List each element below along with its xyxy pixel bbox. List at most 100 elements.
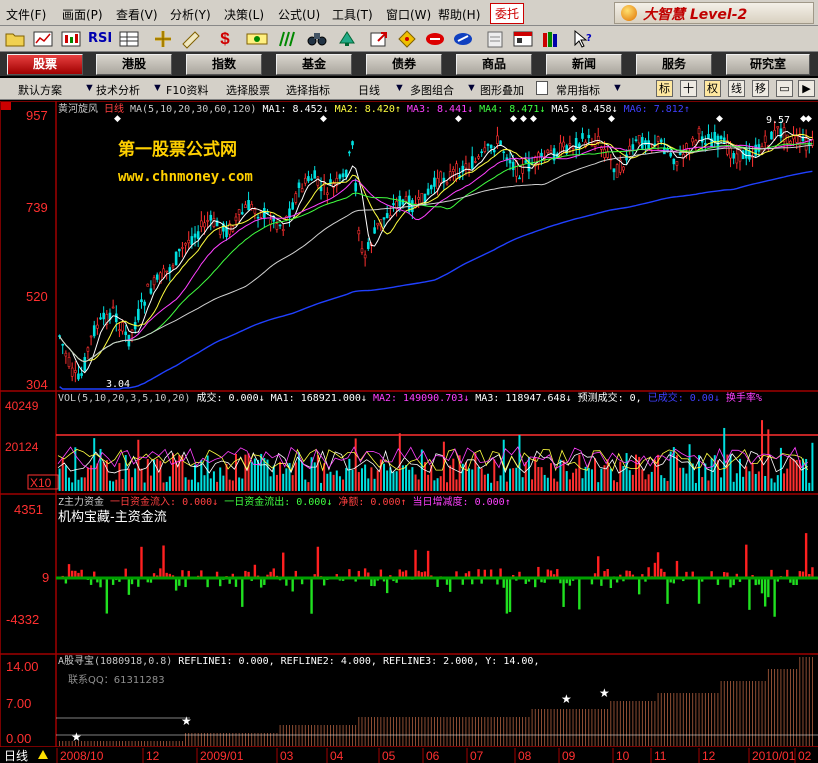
window-icon[interactable] <box>512 29 534 49</box>
x-axis-bar <box>0 747 818 763</box>
rights-button[interactable]: 权 <box>704 80 721 97</box>
tab-bonds[interactable]: 债券 <box>366 54 442 75</box>
candle-body <box>174 251 178 266</box>
price-y-label: 520 <box>26 289 48 304</box>
select-stock-button[interactable]: 选择股票 <box>226 82 270 98</box>
lines-icon[interactable] <box>452 29 474 49</box>
minimize-panel-icon[interactable]: ▭ <box>776 80 793 97</box>
technical-analysis-button[interactable]: 技术分析 <box>96 82 140 98</box>
x-axis-label: 2008/10 <box>60 749 104 763</box>
crosshair-toggle-button[interactable]: 十 <box>680 80 697 97</box>
table-icon[interactable] <box>118 29 140 49</box>
period-daily-button[interactable]: 日线 <box>358 82 380 98</box>
menu-analysis[interactable]: 分析(Y) <box>170 6 211 23</box>
tab-funds[interactable]: 基金 <box>276 54 352 75</box>
legend-item: MA1: 168921.000↓ <box>271 393 367 404</box>
candle-body <box>310 178 313 181</box>
ruler-icon[interactable] <box>180 29 202 49</box>
binoculars-icon[interactable] <box>306 29 328 49</box>
kline-chart-area[interactable]: ◆ ◆ ◆ ◆ ◆ ◆ ◆ ◆ ◆ ◆◆ ★★★ ★ 第一股票公式网 www.chnmoney.co… <box>0 101 818 763</box>
candle-body <box>615 164 619 178</box>
market-nav-bar: 股票 港股 指数 基金 债券 商品 新闻 服务 研究室 <box>0 52 818 77</box>
candle-body <box>540 152 543 157</box>
dropdown-arrow-icon[interactable]: ▼ <box>394 82 405 94</box>
mark-button[interactable]: 标 <box>656 80 673 97</box>
candle-body <box>713 131 717 142</box>
export-icon[interactable] <box>368 29 390 49</box>
open-folder-icon[interactable] <box>4 29 26 49</box>
alarm-icon[interactable] <box>336 29 358 49</box>
dropdown-arrow-icon[interactable]: ▼ <box>84 82 95 94</box>
candle-body <box>562 141 565 148</box>
candle-body <box>496 135 499 144</box>
candle-body <box>748 150 751 160</box>
x-axis-label: 07 <box>470 749 484 763</box>
menu-file[interactable]: 文件(F) <box>6 6 46 23</box>
legend-item: VOL(5,10,20,3,5,10,20) <box>58 393 190 404</box>
candle-body <box>659 139 663 143</box>
menu-window[interactable]: 窗口(W) <box>386 6 431 23</box>
volume-y-label: 20124 <box>5 440 39 454</box>
menu-tools[interactable]: 工具(T) <box>332 6 373 23</box>
tab-stocks[interactable]: 股票 <box>7 54 83 75</box>
candle-body <box>114 313 118 323</box>
overlay-button[interactable]: 图形叠加 <box>480 82 524 98</box>
signal-marker: ◆ <box>455 114 462 124</box>
candle-body <box>474 161 477 163</box>
x-axis-label: 12 <box>146 749 160 763</box>
signal-marker: ◆ <box>570 114 577 124</box>
entrust-button[interactable]: 委托 <box>490 3 525 24</box>
menu-view[interactable]: 查看(V) <box>116 6 158 23</box>
default-scheme-button[interactable]: 默认方案 <box>18 82 62 98</box>
tab-hk-stocks[interactable]: 港股 <box>96 54 172 75</box>
collapse-panel-icon[interactable]: ▶ <box>798 80 815 97</box>
dropdown-arrow-icon[interactable]: ▼ <box>152 82 163 94</box>
chart-view-icon[interactable] <box>32 29 54 49</box>
rsi-icon[interactable]: RSI <box>88 29 112 49</box>
candle-body <box>445 182 449 185</box>
tab-services[interactable]: 服务 <box>636 54 712 75</box>
dropdown-arrow-icon[interactable]: ▼ <box>466 82 477 94</box>
tab-news[interactable]: 新闻 <box>546 54 622 75</box>
candle-body <box>212 218 216 227</box>
menu-formula[interactable]: 公式(U) <box>278 6 320 23</box>
multi-chart-button[interactable]: 多图组合 <box>410 82 454 98</box>
menu-screen[interactable]: 画面(P) <box>62 6 103 23</box>
candle-body <box>61 343 65 346</box>
lock-icon[interactable] <box>536 81 548 95</box>
candle-body <box>653 143 657 146</box>
low-price-marker: 3.04 <box>106 379 130 390</box>
books-icon[interactable] <box>540 29 562 49</box>
select-indicator-button[interactable]: 选择指标 <box>286 82 330 98</box>
candle-body <box>392 203 395 206</box>
candle-body <box>89 335 93 338</box>
price-y-label: 957 <box>26 108 48 123</box>
tab-research[interactable]: 研究室 <box>726 54 810 75</box>
menu-help[interactable]: 帮助(H) <box>438 6 480 23</box>
legend-item: MA(5,10,20,30,60,120) <box>130 104 256 115</box>
menu-decision[interactable]: 决策(L) <box>224 6 264 23</box>
help-pointer-icon[interactable]: ? <box>572 29 594 49</box>
candle-body <box>521 164 524 174</box>
move-button[interactable]: 移 <box>752 80 769 97</box>
crosshair-icon[interactable] <box>152 29 174 49</box>
period-label: 日线 <box>4 749 28 763</box>
tab-index[interactable]: 指数 <box>186 54 262 75</box>
dollar-icon[interactable]: $ <box>214 29 236 49</box>
common-indicator-button[interactable]: 常用指标 <box>556 82 600 98</box>
kline-icon[interactable] <box>60 29 82 49</box>
f10-info-button[interactable]: F10资料 <box>166 82 208 98</box>
candle-body <box>237 209 241 215</box>
line-button[interactable]: 线 <box>728 80 745 97</box>
dropdown-arrow-icon[interactable]: ▼ <box>612 82 623 94</box>
candle-body <box>669 153 672 157</box>
candle-body <box>111 306 115 309</box>
diamond-icon[interactable] <box>396 29 418 49</box>
notepad-icon[interactable] <box>484 29 506 49</box>
indicator-icon[interactable] <box>246 29 268 49</box>
bars-icon[interactable] <box>276 29 298 49</box>
signal-marker: ◆ <box>114 114 121 124</box>
volume-legend: VOL(5,10,20,3,5,10,20) 成交: 0.000↓ MA1: 168… <box>58 391 762 404</box>
tab-commodities[interactable]: 商品 <box>456 54 532 75</box>
f10-icon[interactable] <box>424 29 446 49</box>
